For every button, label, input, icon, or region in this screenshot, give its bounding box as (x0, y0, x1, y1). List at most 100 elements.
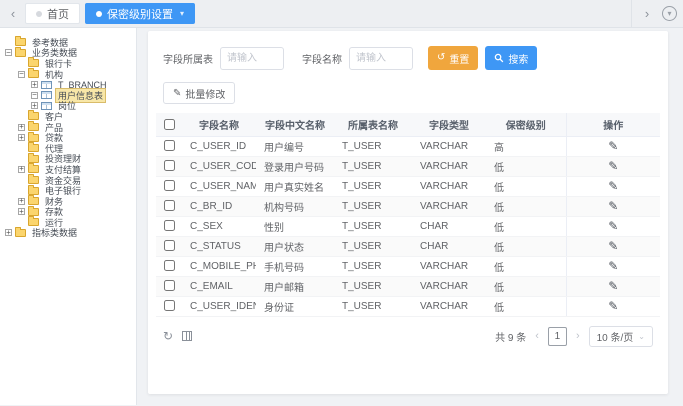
edit-icon[interactable]: ✎ (608, 159, 618, 173)
row-checkbox[interactable] (164, 160, 175, 171)
cell-table: T_USER (334, 256, 412, 276)
expand-icon[interactable]: + (31, 81, 38, 88)
table-row: C_BR_ID机构号码T_USERVARCHAR低✎ (156, 196, 660, 216)
row-checkbox[interactable] (164, 300, 175, 311)
row-checkbox[interactable] (164, 260, 175, 271)
cell-cn: 性别 (256, 216, 334, 236)
row-checkbox[interactable] (164, 280, 175, 291)
tree-node[interactable]: 电子银行 (5, 185, 134, 196)
tabs-scroll-right-icon[interactable]: › (640, 6, 654, 21)
folder-icon (28, 112, 39, 120)
edit-icon[interactable]: ✎ (608, 199, 618, 213)
next-page-icon[interactable]: › (576, 330, 580, 342)
folder-icon (15, 49, 26, 57)
collapse-icon[interactable]: − (18, 71, 25, 78)
cell-level: 低 (486, 256, 566, 276)
search-icon (494, 53, 504, 63)
header-field-type: 字段类型 (412, 113, 486, 136)
edit-icon[interactable]: ✎ (608, 219, 618, 233)
tree-node[interactable]: +存款 (5, 207, 134, 218)
tree-node[interactable]: + 指标类数据 (5, 228, 134, 239)
reset-button[interactable]: ↺ 重置 (428, 46, 478, 70)
header-operation: 操作 (566, 113, 660, 136)
row-checkbox[interactable] (164, 220, 175, 231)
cell-level: 高 (486, 136, 566, 156)
batch-edit-button[interactable]: ✎ 批量修改 (163, 82, 235, 104)
cell-level: 低 (486, 156, 566, 176)
total-count-label: 共 9 条 (495, 329, 526, 344)
field-table-input[interactable] (220, 47, 284, 70)
edit-icon[interactable]: ✎ (608, 259, 618, 273)
expand-icon[interactable]: + (18, 166, 25, 173)
cell-type: VARCHAR (412, 136, 486, 156)
cell-table: T_USER (334, 156, 412, 176)
expand-icon[interactable]: + (18, 124, 25, 131)
table-row: C_MOBILE_PHONE手机号码T_USERVARCHAR低✎ (156, 256, 660, 276)
tabs-scroll-left-icon[interactable]: ‹ (6, 6, 20, 21)
search-button[interactable]: 搜索 (485, 46, 537, 70)
cell-field: C_MOBILE_PHONE (182, 256, 256, 276)
table-footer: ↻ 共 9 条 ‹ 1 › 10 条/页 ⌄ (156, 317, 660, 356)
header-field-cn-name: 字段中文名称 (256, 113, 334, 136)
tab-menu-icon[interactable]: ▾ (662, 6, 677, 21)
chevron-down-icon[interactable]: ▾ (180, 9, 184, 18)
table-row: C_EMAIL用户邮箱T_USERVARCHAR低✎ (156, 276, 660, 296)
prev-page-icon[interactable]: ‹ (535, 330, 539, 342)
edit-icon[interactable]: ✎ (608, 239, 618, 253)
field-name-input[interactable] (349, 47, 413, 70)
expand-icon[interactable]: + (18, 198, 25, 205)
edit-icon[interactable]: ✎ (608, 139, 618, 153)
tab-bar: ‹ 首页 保密级别设置 ▾ › ▾ (0, 0, 683, 28)
collapse-icon[interactable]: − (5, 49, 12, 56)
cell-field: C_USER_NAME (182, 176, 256, 196)
header-field-name: 字段名称 (182, 113, 256, 136)
folder-icon (28, 197, 39, 205)
row-checkbox[interactable] (164, 240, 175, 251)
table-row: C_USER_ID用户编号T_USERVARCHAR高✎ (156, 136, 660, 156)
folder-icon (28, 70, 39, 78)
expand-icon[interactable]: + (18, 134, 25, 141)
edit-icon[interactable]: ✎ (608, 299, 618, 313)
tab-active-label: 保密级别设置 (107, 6, 173, 22)
cell-table: T_USER (334, 136, 412, 156)
chevron-down-icon: ⌄ (638, 332, 645, 341)
tree-node[interactable]: +岗位 (5, 101, 134, 112)
table-icon (41, 91, 52, 99)
tree-node-label: 指标类数据 (29, 225, 80, 240)
tree-node[interactable]: 银行卡 (5, 58, 134, 69)
expand-icon[interactable]: + (31, 102, 38, 109)
edit-icon[interactable]: ✎ (608, 279, 618, 293)
folder-icon (28, 165, 39, 173)
edit-icon[interactable]: ✎ (608, 179, 618, 193)
cell-type: VARCHAR (412, 196, 486, 216)
row-checkbox[interactable] (164, 200, 175, 211)
tree-node[interactable]: +产品 (5, 122, 134, 133)
row-checkbox[interactable] (164, 180, 175, 191)
field-table-label: 字段所属表 (163, 51, 213, 66)
cell-cn: 身份证 (256, 296, 334, 316)
expand-icon[interactable]: + (18, 208, 25, 215)
table-icon (41, 81, 52, 89)
cell-level: 低 (486, 216, 566, 236)
cell-type: VARCHAR (412, 176, 486, 196)
select-all-checkbox[interactable] (164, 119, 175, 130)
sidebar-tree: 参考数据−业务类数据银行卡−机构+T_BRANCH−用户信息表+岗位客户+产品+… (0, 28, 137, 405)
cell-field: C_USER_CODE (182, 156, 256, 176)
column-settings-icon[interactable] (182, 331, 192, 341)
page-number-button[interactable]: 1 (548, 327, 567, 346)
table-body: C_USER_ID用户编号T_USERVARCHAR高✎C_USER_CODE登… (156, 136, 660, 316)
folder-icon (28, 187, 39, 195)
tree-node[interactable]: +贷款 (5, 132, 134, 143)
expand-icon[interactable]: + (5, 229, 12, 236)
tab-home[interactable]: 首页 (25, 3, 80, 24)
header-security-level: 保密级别 (486, 113, 566, 136)
header-table-name: 所属表名称 (334, 113, 412, 136)
folder-icon (28, 208, 39, 216)
row-checkbox[interactable] (164, 140, 175, 151)
cell-field: C_USER_IDENTITY (182, 296, 256, 316)
collapse-icon[interactable]: − (31, 92, 38, 99)
tab-security-level-settings[interactable]: 保密级别设置 ▾ (85, 3, 195, 24)
refresh-icon[interactable]: ↻ (163, 330, 173, 342)
table-header-row: 字段名称 字段中文名称 所属表名称 字段类型 保密级别 操作 (156, 113, 660, 136)
page-size-select[interactable]: 10 条/页 ⌄ (589, 326, 653, 347)
